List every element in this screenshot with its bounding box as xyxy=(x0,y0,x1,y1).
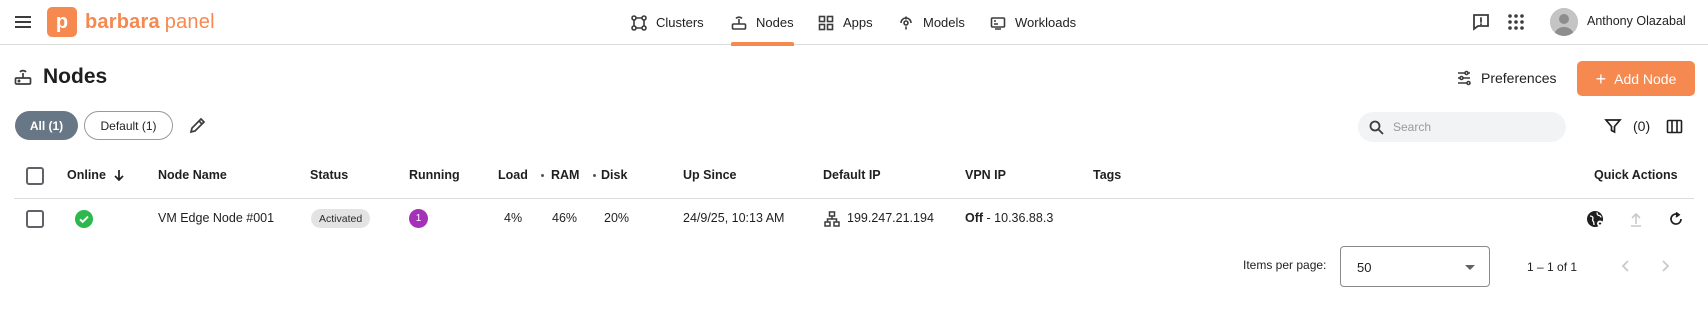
nav-label: Clusters xyxy=(656,15,704,30)
menu-icon[interactable] xyxy=(13,12,33,32)
preferences-button[interactable]: Preferences xyxy=(1456,65,1556,91)
restart-icon[interactable] xyxy=(1667,210,1685,228)
filter-chip-default[interactable]: Default (1) xyxy=(84,111,173,140)
nav-item-models[interactable]: Models xyxy=(898,0,965,45)
items-per-page-value: 50 xyxy=(1357,260,1372,275)
items-per-page-select[interactable]: 50 xyxy=(1340,246,1490,287)
vpn-state: Off xyxy=(965,211,984,225)
table-row[interactable]: VM Edge Node #001 Activated 1 4% 46% 20%… xyxy=(14,200,1694,240)
edit-icon[interactable] xyxy=(188,116,207,135)
column-header-quick-actions: Quick Actions xyxy=(1594,168,1678,182)
feedback-icon[interactable] xyxy=(1471,12,1491,32)
nodes-icon xyxy=(731,15,747,30)
column-header-online[interactable]: Online xyxy=(67,168,125,182)
vpn-ip-cell: Off - 10.36.88.3 xyxy=(965,211,1053,225)
nav-item-workloads[interactable]: Workloads xyxy=(990,0,1076,45)
sort-arrow-icon xyxy=(114,170,124,181)
row-checkbox[interactable] xyxy=(26,210,44,228)
nav-label: Apps xyxy=(843,15,873,30)
disk-cell: 20% xyxy=(604,211,630,225)
load-cell: 4% xyxy=(504,211,523,225)
page-range-label: 1 – 1 of 1 xyxy=(1527,260,1578,274)
top-bar: p barbara panel Clusters Nodes Apps Model… xyxy=(0,0,1708,46)
node-name-cell[interactable]: VM Edge Node #001 xyxy=(158,211,274,225)
models-icon xyxy=(900,16,912,29)
column-header-running[interactable]: Running xyxy=(409,168,460,182)
filter-chip-all[interactable]: All (1) xyxy=(15,111,78,140)
network-icon xyxy=(824,211,840,227)
vpn-ip-value: - 10.36.88.3 xyxy=(986,211,1054,225)
page-title: Nodes xyxy=(43,65,108,88)
previous-page-icon[interactable] xyxy=(1617,257,1635,275)
column-header-node-name[interactable]: Node Name xyxy=(158,168,227,182)
column-header-load[interactable]: Load xyxy=(498,168,528,182)
column-header-tags[interactable]: Tags xyxy=(1093,168,1121,182)
next-page-icon[interactable] xyxy=(1656,257,1674,275)
column-header-up-since[interactable]: Up Since xyxy=(683,168,737,182)
brand-name: barbara panel xyxy=(85,10,215,33)
nodes-icon xyxy=(14,68,32,86)
column-header-ram[interactable]: RAM xyxy=(551,168,579,182)
nav-label: Workloads xyxy=(1015,15,1077,30)
search-input[interactable] xyxy=(1393,120,1553,134)
nav-item-apps[interactable]: Apps xyxy=(818,0,873,45)
add-node-button[interactable]: + Add Node xyxy=(1577,61,1695,96)
clusters-icon xyxy=(631,14,647,31)
brand-logo[interactable]: p barbara panel xyxy=(47,7,215,37)
column-header-disk[interactable]: Disk xyxy=(601,168,627,182)
column-header-status[interactable]: Status xyxy=(310,168,348,182)
nav-item-nodes[interactable]: Nodes xyxy=(731,0,794,46)
nav-item-clusters[interactable]: Clusters xyxy=(631,0,704,45)
avatar[interactable] xyxy=(1550,8,1578,36)
filter-count: (0) xyxy=(1633,118,1651,134)
nav-label: Nodes xyxy=(756,15,794,30)
status-badge: Activated xyxy=(311,209,371,228)
nav-label: Models xyxy=(923,15,965,30)
upload-icon[interactable] xyxy=(1627,210,1645,228)
ram-cell: 46% xyxy=(552,211,578,225)
column-separator xyxy=(593,174,596,177)
preferences-label: Preferences xyxy=(1481,70,1557,86)
chevron-down-icon xyxy=(1465,265,1475,270)
add-node-label: Add Node xyxy=(1614,70,1677,87)
default-ip-cell: 199.247.21.194 xyxy=(847,211,934,225)
column-header-default-ip[interactable]: Default IP xyxy=(823,168,881,182)
brand-badge: p xyxy=(47,7,77,37)
filter-icon[interactable] xyxy=(1604,117,1622,135)
online-check-icon xyxy=(75,210,93,228)
columns-icon[interactable] xyxy=(1666,118,1683,135)
up-since-cell: 24/9/25, 10:13 AM xyxy=(683,211,785,225)
user-name[interactable]: Anthony Olazabal xyxy=(1587,14,1686,28)
column-header-vpn-ip[interactable]: VPN IP xyxy=(965,168,1006,182)
select-all-checkbox[interactable] xyxy=(26,167,44,185)
column-separator xyxy=(541,174,544,177)
apps-grid-icon[interactable] xyxy=(1506,12,1526,32)
tune-icon xyxy=(1458,70,1471,86)
search-icon xyxy=(1369,120,1384,135)
apps-icon xyxy=(818,15,834,30)
table-header: Online Node Name Status Running Load RAM… xyxy=(14,160,1694,199)
items-per-page-label: Items per page: xyxy=(1243,258,1327,272)
plus-icon: + xyxy=(1595,68,1607,89)
search-field[interactable] xyxy=(1358,112,1566,142)
remote-access-globe-icon[interactable] xyxy=(1586,210,1604,228)
running-count-badge[interactable]: 1 xyxy=(409,209,428,228)
workloads-icon xyxy=(990,16,1006,30)
